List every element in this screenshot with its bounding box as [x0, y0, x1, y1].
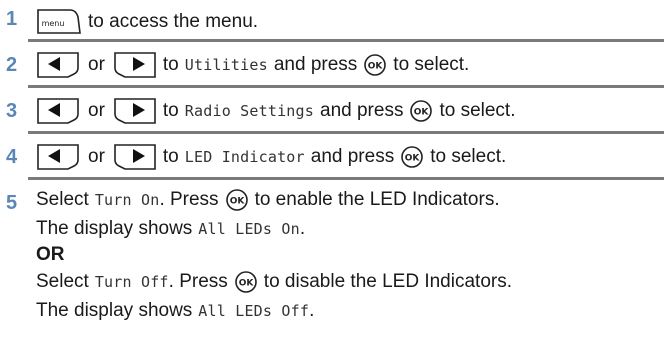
display-all-leds-on: All LEDs On	[198, 220, 300, 238]
display-shows-text: The display shows	[36, 300, 193, 321]
press-text: and press	[273, 54, 358, 75]
ok-key-icon: OK	[364, 54, 387, 76]
ok-key-icon: OK	[225, 189, 248, 211]
period: .	[309, 300, 315, 321]
separator	[28, 177, 664, 180]
to-text: to	[162, 146, 179, 167]
select-text: to select.	[430, 146, 507, 167]
option-turn-on: Turn On	[94, 191, 160, 209]
to-text: to	[162, 100, 179, 121]
or-heading: OR	[36, 244, 65, 265]
left-arrow-key-icon	[37, 98, 79, 124]
svg-text:OK: OK	[229, 197, 245, 207]
step-number: 1	[6, 8, 18, 30]
menu-key-label: menu	[42, 19, 65, 28]
menu-item-radio-settings: Radio Settings	[184, 102, 314, 120]
step-number: 4	[6, 146, 18, 168]
menu-key-icon: menu	[37, 9, 81, 34]
display-shows-text: The display shows	[36, 218, 193, 239]
ok-key-icon: OK	[410, 100, 433, 122]
right-arrow-key-icon	[114, 98, 156, 124]
right-arrow-key-icon	[114, 52, 156, 78]
svg-text:OK: OK	[414, 108, 430, 118]
to-text: to	[162, 54, 179, 75]
svg-text:OK: OK	[368, 62, 384, 72]
left-arrow-key-icon	[37, 52, 79, 78]
press-text: and press	[310, 146, 395, 167]
select-text: to select.	[393, 54, 470, 75]
step-number: 2	[6, 54, 18, 76]
select-text: to select.	[439, 100, 516, 121]
step-number: 5	[6, 192, 18, 214]
left-arrow-key-icon	[37, 144, 79, 170]
enable-text: to enable the LED Indicators.	[254, 189, 500, 210]
or-text: or	[88, 100, 105, 121]
ok-key-icon: OK	[401, 146, 424, 168]
ok-key-icon: OK	[234, 271, 257, 293]
separator	[28, 85, 664, 88]
display-all-leds-off: All LEDs Off	[198, 302, 310, 320]
period: .	[299, 218, 306, 239]
select-word: Select	[36, 271, 89, 292]
step-text: to access the menu.	[88, 11, 259, 32]
or-text: or	[88, 146, 105, 167]
svg-text:OK: OK	[238, 279, 254, 289]
separator	[28, 131, 664, 134]
option-turn-off: Turn Off	[94, 273, 169, 291]
disable-text: to disable the LED Indicators.	[263, 271, 512, 292]
press-word: . Press	[168, 271, 228, 292]
press-word: . Press	[159, 189, 219, 210]
separator	[28, 39, 664, 42]
svg-text:OK: OK	[405, 154, 421, 164]
right-arrow-key-icon	[114, 144, 156, 170]
select-word: Select	[36, 189, 89, 210]
menu-item-led-indicator: LED Indicator	[184, 148, 305, 166]
menu-item-utilities: Utilities	[184, 56, 268, 74]
step-number: 3	[6, 100, 18, 122]
press-text: and press	[320, 100, 404, 121]
or-text: or	[88, 54, 105, 75]
